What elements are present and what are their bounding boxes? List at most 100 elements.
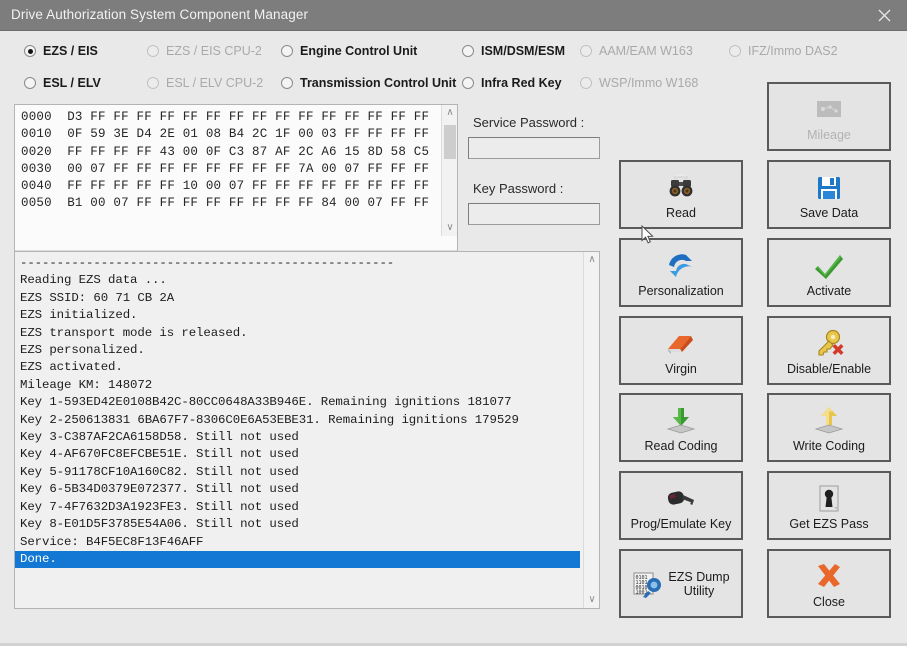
hex-dump-panel[interactable]: 0000 D3 FF FF FF FF FF FF FF FF FF FF FF… <box>14 104 458 267</box>
radio-label: ESL / ELV CPU-2 <box>166 76 264 90</box>
write-coding-button[interactable]: Write Coding <box>767 393 891 462</box>
close-icon <box>878 9 890 22</box>
button-icon-wrap <box>812 560 846 594</box>
log-line: Reading EZS data ... <box>20 273 167 288</box>
radio-ifz-immo-das2: IFZ/Immo DAS2 <box>729 44 838 58</box>
log-line: EZS initialized. <box>20 308 138 323</box>
radio-label: EZS / EIS CPU-2 <box>166 44 262 58</box>
eraser-icon <box>668 336 693 354</box>
key-cross-icon <box>818 329 844 356</box>
prog-emulate-key-button[interactable]: Prog/Emulate Key <box>619 471 743 540</box>
log-line-selected[interactable]: Done. <box>15 550 580 569</box>
log-line: Mileage KM: 148072 <box>20 377 153 392</box>
radio-ezs-eis[interactable]: EZS / EIS <box>24 44 98 58</box>
personalization-button[interactable]: Personalization <box>619 238 743 307</box>
service-password-input[interactable] <box>468 137 600 159</box>
hex-scrollbar-thumb[interactable] <box>444 125 456 159</box>
download-green-icon <box>666 408 696 434</box>
read-coding-button[interactable]: Read Coding <box>619 393 743 462</box>
button-icon-wrap <box>812 249 846 283</box>
button-label: Close <box>813 595 845 609</box>
key-password-input[interactable] <box>468 203 600 225</box>
radio-bullet-icon <box>580 45 592 57</box>
upload-yellow-icon <box>814 407 844 434</box>
log-line: Key 2-250613831 6BA67F7-8306C0E6A53EBE31… <box>20 412 519 427</box>
window-close-button[interactable] <box>861 0 907 31</box>
radio-bullet-icon <box>580 77 592 89</box>
radio-infra-red-key[interactable]: Infra Red Key <box>462 76 562 90</box>
keyhole-icon <box>819 485 839 512</box>
hex-vertical-scrollbar[interactable]: ∧ ∨ <box>441 105 457 236</box>
log-line: EZS activated. <box>20 360 123 375</box>
radio-label: WSP/Immo W168 <box>599 76 699 90</box>
log-vertical-scrollbar[interactable]: ∧ ∨ <box>583 252 599 608</box>
binary-chip-icon: 0101110100101001 <box>633 572 662 598</box>
log-line: Service: B4F5EC8F13F46AFF <box>20 534 204 549</box>
button-icon-wrap <box>664 404 698 438</box>
hex-scroll-up-arrow[interactable]: ∧ <box>442 105 457 121</box>
radio-bullet-icon <box>462 45 474 57</box>
radio-esl-elv[interactable]: ESL / ELV <box>24 76 101 90</box>
radio-engine-control-unit[interactable]: Engine Control Unit <box>281 44 417 58</box>
radio-bullet-icon <box>147 45 159 57</box>
button-icon-wrap <box>664 171 698 205</box>
radio-bullet-icon <box>281 45 293 57</box>
radio-bullet-icon <box>147 77 159 89</box>
button-icon-wrap <box>812 482 846 516</box>
ezs-dump-utility-button[interactable]: 0101 1101 0010 1001 EZS Dump Utility <box>619 549 743 618</box>
log-scroll-up-arrow[interactable]: ∧ <box>584 252 599 268</box>
read-button[interactable]: Read <box>619 160 743 229</box>
radio-transmission-control-unit[interactable]: Transmission Control Unit <box>281 76 456 90</box>
button-label: Get EZS Pass <box>789 517 869 531</box>
button-icon-wrap <box>812 327 846 361</box>
button-label: Mileage <box>807 128 851 142</box>
log-output-text: ----------------------------------------… <box>15 255 580 569</box>
activate-button[interactable]: Activate <box>767 238 891 307</box>
radio-wsp-immo-w168: WSP/Immo W168 <box>580 76 698 90</box>
floppy-disk-icon <box>818 177 840 199</box>
chevron-up-icon: ∧ <box>446 107 454 118</box>
radio-label: AAM/EAM W163 <box>599 44 693 58</box>
radio-label: ESL / ELV <box>43 76 101 90</box>
application-window: Drive Authorization System Component Man… <box>0 0 907 646</box>
button-icon-wrap <box>664 482 698 516</box>
button-icon-wrap <box>664 327 698 361</box>
button-label: Read <box>666 206 696 220</box>
save-data-button[interactable]: Save Data <box>767 160 891 229</box>
mileage-button: Mileage <box>767 82 891 151</box>
radio-bullet-icon <box>24 45 36 57</box>
button-icon-wrap <box>664 249 698 283</box>
radio-bullet-icon <box>24 77 36 89</box>
log-scroll-down-arrow[interactable]: ∨ <box>584 592 599 608</box>
radio-esl-elv-cpu-2: ESL / ELV CPU-2 <box>147 76 263 90</box>
log-line: EZS personalized. <box>20 343 145 358</box>
close-button[interactable]: Close <box>767 549 891 618</box>
button-label: Disable/Enable <box>786 362 872 376</box>
log-line: Key 8-E01D5F3785E54A06. Still not used <box>20 517 299 532</box>
log-output-panel[interactable]: ----------------------------------------… <box>14 251 600 609</box>
button-icon-wrap <box>812 171 846 205</box>
virgin-button[interactable]: Virgin <box>619 316 743 385</box>
hex-scroll-down-arrow[interactable]: ∨ <box>442 220 457 236</box>
button-label: Write Coding <box>792 439 866 453</box>
button-icon-wrap <box>812 93 846 127</box>
service-password-label: Service Password : <box>473 115 585 130</box>
key-password-label: Key Password : <box>473 181 564 196</box>
log-line: Key 3-C387AF2CA6158D58. Still not used <box>20 430 299 445</box>
button-icon-wrap <box>812 404 846 438</box>
button-label: Activate <box>806 284 852 298</box>
log-line: Key 5-91178CF10A160C82. Still not used <box>20 464 299 479</box>
radio-bullet-icon <box>729 45 741 57</box>
button-label: Virgin <box>665 362 697 376</box>
button-label: EZS Dump Utility <box>668 570 730 598</box>
get-ezs-pass-button[interactable]: Get EZS Pass <box>767 471 891 540</box>
radio-aam-eam-w163: AAM/EAM W163 <box>580 44 693 58</box>
radio-bullet-icon <box>462 77 474 89</box>
disable-enable-button[interactable]: Disable/Enable <box>767 316 891 385</box>
refresh-arrows-icon <box>669 254 693 277</box>
radio-ezs-eis-cpu-2: EZS / EIS CPU-2 <box>147 44 262 58</box>
window-title: Drive Authorization System Component Man… <box>11 7 309 22</box>
chevron-up-icon: ∧ <box>588 254 596 265</box>
radio-ism-dsm-esm[interactable]: ISM/DSM/ESM <box>462 44 565 58</box>
button-label: Read Coding <box>644 439 718 453</box>
